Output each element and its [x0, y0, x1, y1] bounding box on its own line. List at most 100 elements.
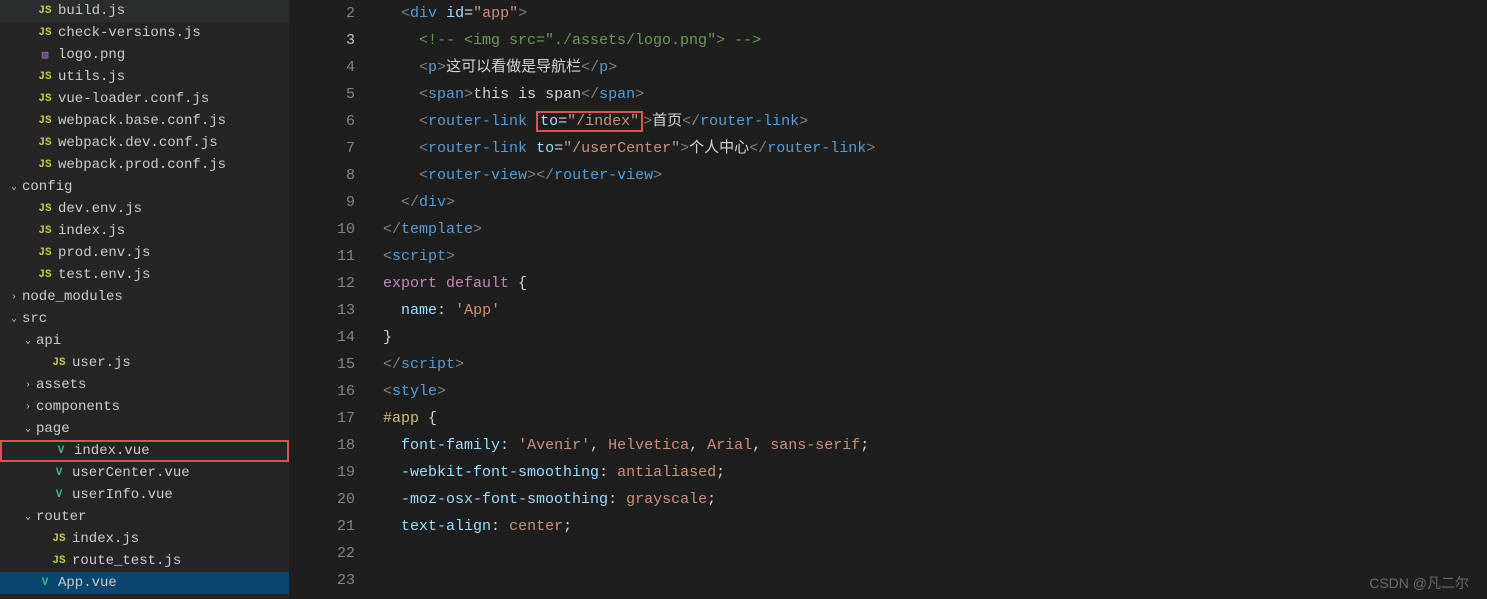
tree-item-build-js[interactable]: JS build.js [0, 0, 289, 22]
line-number: 16 [289, 378, 355, 405]
line-number: 5 [289, 81, 355, 108]
tree-item-label: node_modules [22, 289, 123, 305]
line-number: 8 [289, 162, 355, 189]
tree-item-config[interactable]: ⌄config [0, 176, 289, 198]
tree-item-label: utils.js [58, 69, 125, 85]
tree-item-router[interactable]: ⌄router [0, 506, 289, 528]
tree-item-label: index.js [72, 531, 139, 547]
js-icon: JS [36, 137, 54, 149]
chevron-icon: ⌄ [20, 511, 36, 523]
tree-item-webpack-prod-conf-js[interactable]: JSwebpack.prod.conf.js [0, 154, 289, 176]
line-number: 10 [289, 216, 355, 243]
tree-item-label: test.env.js [58, 267, 150, 283]
img-icon: ▧ [36, 48, 54, 62]
tree-item-label: index.js [58, 223, 125, 239]
vue-icon: V [50, 467, 68, 479]
line-number: 11 [289, 243, 355, 270]
js-icon: JS [36, 247, 54, 259]
code-line[interactable]: </template> [383, 216, 1487, 243]
code-line[interactable]: #app { [383, 405, 1487, 432]
code-content[interactable]: <div id="app"> <!-- <img src="./assets/l… [379, 0, 1487, 599]
line-number: 4 [289, 54, 355, 81]
tree-item-label: prod.env.js [58, 245, 150, 261]
tree-item-webpack-dev-conf-js[interactable]: JSwebpack.dev.conf.js [0, 132, 289, 154]
watermark: CSDN @凡二尔 [1369, 573, 1469, 593]
code-line[interactable]: <router-link to="/userCenter">个人中心</rout… [383, 135, 1487, 162]
tree-item-label: userCenter.vue [72, 465, 190, 481]
tree-item-check-versions-js[interactable]: JS check-versions.js [0, 22, 289, 44]
tree-item-user-js[interactable]: JS user.js [0, 352, 289, 374]
tree-item-dev-env-js[interactable]: JSdev.env.js [0, 198, 289, 220]
tree-item-logo-png[interactable]: ▧ logo.png [0, 44, 289, 66]
code-line[interactable]: <!-- <img src="./assets/logo.png"> --> [383, 27, 1487, 54]
tree-item-assets[interactable]: ›assets [0, 374, 289, 396]
tree-item-label: router [36, 509, 86, 525]
tree-item-label: vue-loader.conf.js [58, 91, 209, 107]
tree-item-label: user.js [72, 355, 131, 371]
code-line[interactable]: </script> [383, 351, 1487, 378]
tree-item-label: check-versions.js [58, 25, 201, 41]
line-number: 22 [289, 540, 355, 567]
code-editor[interactable]: 234567891011121314151617181920212223 <di… [289, 0, 1487, 599]
tree-item-prod-env-js[interactable]: JS prod.env.js [0, 242, 289, 264]
chevron-icon: ⌄ [6, 313, 22, 325]
line-number-gutter: 234567891011121314151617181920212223 [289, 0, 379, 599]
js-icon: JS [36, 203, 54, 215]
tree-item-label: route_test.js [72, 553, 181, 569]
tree-item-label: src [22, 311, 47, 327]
code-line[interactable]: font-family: 'Avenir', Helvetica, Arial,… [383, 432, 1487, 459]
tree-item-vue-loader-conf-js[interactable]: JS vue-loader.conf.js [0, 88, 289, 110]
js-icon: JS [36, 269, 54, 281]
code-line[interactable]: <p>这可以看做是导航栏</p> [383, 54, 1487, 81]
line-number: 17 [289, 405, 355, 432]
tree-item-page[interactable]: ⌄page [0, 418, 289, 440]
tree-item-api[interactable]: ⌄api [0, 330, 289, 352]
tree-item-label: logo.png [58, 47, 125, 63]
js-icon: JS [36, 159, 54, 171]
tree-item-src[interactable]: ⌄src [0, 308, 289, 330]
tree-item-node_modules[interactable]: ›node_modules [0, 286, 289, 308]
chevron-icon: › [6, 292, 22, 303]
tree-item-userCenter-vue[interactable]: VuserCenter.vue [0, 462, 289, 484]
code-line[interactable]: name: 'App' [383, 297, 1487, 324]
code-line[interactable]: <div id="app"> [383, 0, 1487, 27]
chevron-icon: ⌄ [20, 335, 36, 347]
line-number: 18 [289, 432, 355, 459]
vue-icon: V [52, 445, 70, 457]
js-icon: JS [36, 93, 54, 105]
code-line[interactable]: <router-link to="/index">首页</router-link… [383, 108, 1487, 135]
js-icon: JS [36, 5, 54, 17]
tree-item-label: build.js [58, 3, 125, 19]
tree-item-index-js[interactable]: JSindex.js [0, 528, 289, 550]
line-number: 12 [289, 270, 355, 297]
code-line[interactable]: text-align: center; [383, 513, 1487, 540]
code-line[interactable]: <script> [383, 243, 1487, 270]
code-line[interactable]: </div> [383, 189, 1487, 216]
code-line[interactable]: <style> [383, 378, 1487, 405]
code-line[interactable]: export default { [383, 270, 1487, 297]
tree-item-components[interactable]: ›components [0, 396, 289, 418]
code-line[interactable]: -moz-osx-font-smoothing: grayscale; [383, 486, 1487, 513]
tree-item-App-vue[interactable]: VApp.vue [0, 572, 289, 594]
tree-item-utils-js[interactable]: JSutils.js [0, 66, 289, 88]
tree-item-route_test-js[interactable]: JSroute_test.js [0, 550, 289, 572]
tree-item-label: page [36, 421, 70, 437]
js-icon: JS [50, 357, 68, 369]
code-line[interactable]: -webkit-font-smoothing: antialiased; [383, 459, 1487, 486]
tree-item-index-js[interactable]: JS index.js [0, 220, 289, 242]
tree-item-test-env-js[interactable]: JS test.env.js [0, 264, 289, 286]
line-number: 23 [289, 567, 355, 594]
code-line[interactable]: <span>this is span</span> [383, 81, 1487, 108]
tree-item-webpack-base-conf-js[interactable]: JSwebpack.base.conf.js [0, 110, 289, 132]
js-icon: JS [36, 27, 54, 39]
tree-item-label: userInfo.vue [72, 487, 173, 503]
js-icon: JS [36, 225, 54, 237]
tree-item-index-vue[interactable]: Vindex.vue [0, 440, 289, 462]
tree-item-label: index.vue [74, 443, 150, 459]
line-number: 9 [289, 189, 355, 216]
tree-item-userInfo-vue[interactable]: VuserInfo.vue [0, 484, 289, 506]
code-line[interactable]: <router-view></router-view> [383, 162, 1487, 189]
file-explorer[interactable]: JS build.js JS check-versions.js ▧ logo.png JS… [0, 0, 289, 599]
code-line[interactable]: } [383, 324, 1487, 351]
vue-icon: V [36, 577, 54, 589]
